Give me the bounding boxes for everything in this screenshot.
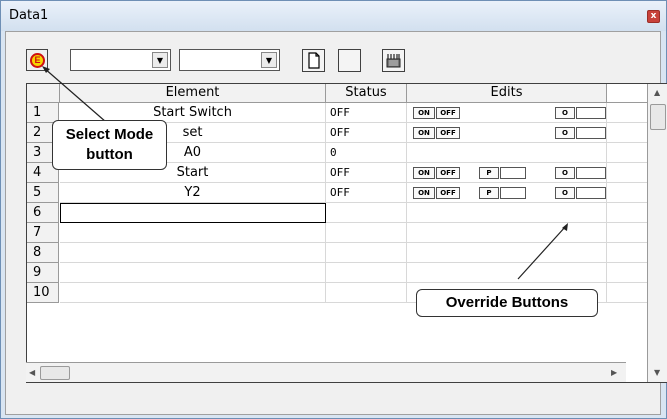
edits-cell [407, 203, 607, 223]
row-filler [607, 163, 647, 183]
row-number[interactable]: 5 [27, 183, 59, 203]
row-filler [607, 103, 647, 123]
window-title: Data1 [9, 8, 49, 23]
edits-cell: ON OFF P O [407, 163, 607, 183]
element-cell[interactable] [60, 203, 326, 223]
row-filler [607, 143, 647, 163]
override-o-button[interactable]: O [555, 187, 575, 199]
horizontal-scroll-thumb[interactable] [40, 366, 70, 380]
override-value-box[interactable] [576, 187, 606, 199]
override-value-box[interactable] [576, 167, 606, 179]
edits-cell: ON OFF O [407, 103, 607, 123]
row-filler [607, 243, 647, 263]
override-o-button[interactable]: O [555, 167, 575, 179]
client-area: E ▼ ▼ Element Status Edits 1 Start Switc… [5, 31, 667, 415]
row-filler [607, 223, 647, 243]
element-cell[interactable] [60, 223, 326, 243]
scroll-down-icon[interactable]: ▼ [654, 368, 660, 377]
row-number[interactable]: 7 [27, 223, 59, 243]
status-cell: OFF [326, 103, 407, 123]
edits-cell: ON OFF P O [407, 183, 607, 203]
override-off-button[interactable]: OFF [436, 107, 460, 119]
override-off-button[interactable]: OFF [436, 167, 460, 179]
edits-cell [407, 263, 607, 283]
status-cell: 0 [326, 143, 407, 163]
status-cell [326, 283, 407, 303]
status-cell: OFF [326, 183, 407, 203]
row-filler [607, 183, 647, 203]
row-filler [607, 203, 647, 223]
row-number[interactable]: 9 [27, 263, 59, 283]
element-cell[interactable] [60, 243, 326, 263]
edits-cell [407, 223, 607, 243]
row-number[interactable]: 10 [27, 283, 59, 303]
status-cell: OFF [326, 163, 407, 183]
override-on-button[interactable]: ON [413, 127, 435, 139]
edits-cell [407, 243, 607, 263]
status-cell [326, 263, 407, 283]
status-cell: OFF [326, 123, 407, 143]
override-value-box[interactable] [576, 107, 606, 119]
edits-cell [407, 143, 607, 163]
override-off-button[interactable]: OFF [436, 127, 460, 139]
data-window: Data1 x E ▼ ▼ Element Status Edits 1 Sta… [0, 0, 667, 419]
select-mode-callout: Select Mode button [52, 120, 167, 170]
override-value-box[interactable] [500, 167, 526, 179]
corner-header [27, 84, 60, 103]
row-filler [607, 123, 647, 143]
page-icon [308, 52, 320, 69]
module-button[interactable] [382, 49, 405, 72]
element-cell[interactable] [60, 263, 326, 283]
close-button[interactable]: x [647, 10, 660, 23]
element-cell[interactable]: Y2 [60, 183, 326, 203]
override-value-box[interactable] [500, 187, 526, 199]
vertical-scroll-thumb[interactable] [650, 104, 666, 130]
grid-module-icon [386, 54, 401, 68]
status-cell [326, 243, 407, 263]
scroll-left-icon[interactable]: ◀ [29, 368, 35, 377]
scroll-up-icon[interactable]: ▲ [654, 88, 660, 97]
vertical-scrollbar[interactable]: ▲ ▼ [647, 84, 667, 382]
row-filler [607, 283, 647, 303]
header-status[interactable]: Status [326, 84, 407, 103]
override-p-button[interactable]: P [479, 187, 499, 199]
edits-cell: ON OFF O [407, 123, 607, 143]
status-cell [326, 203, 407, 223]
row-number[interactable]: 6 [27, 203, 59, 223]
override-on-button[interactable]: ON [413, 107, 435, 119]
header-edits[interactable]: Edits [407, 84, 607, 103]
status-cell [326, 223, 407, 243]
chevron-down-icon[interactable]: ▼ [152, 52, 168, 68]
select-mode-button[interactable]: E [26, 49, 48, 71]
override-value-box[interactable] [576, 127, 606, 139]
horizontal-scrollbar[interactable]: ◀ ▶ [26, 362, 626, 382]
override-p-button[interactable]: P [479, 167, 499, 179]
blank-toolbar-button[interactable] [338, 49, 361, 72]
override-o-button[interactable]: O [555, 127, 575, 139]
element-type-combo[interactable]: ▼ [70, 49, 171, 71]
new-page-button[interactable] [302, 49, 325, 72]
row-filler [607, 263, 647, 283]
override-off-button[interactable]: OFF [436, 187, 460, 199]
header-element[interactable]: Element [60, 84, 326, 103]
row-number[interactable]: 8 [27, 243, 59, 263]
title-bar: Data1 x [1, 1, 666, 31]
override-buttons-callout: Override Buttons [416, 289, 598, 317]
format-combo[interactable]: ▼ [179, 49, 280, 71]
mode-e-icon: E [30, 53, 45, 68]
select-mode-callout-line1: Select Mode [65, 126, 154, 143]
override-o-button[interactable]: O [555, 107, 575, 119]
override-on-button[interactable]: ON [413, 187, 435, 199]
header-filler [607, 84, 647, 103]
chevron-down-icon[interactable]: ▼ [261, 52, 277, 68]
select-mode-callout-line2: button [86, 146, 133, 163]
element-cell[interactable] [60, 283, 326, 303]
override-on-button[interactable]: ON [413, 167, 435, 179]
scroll-right-icon[interactable]: ▶ [611, 368, 617, 377]
